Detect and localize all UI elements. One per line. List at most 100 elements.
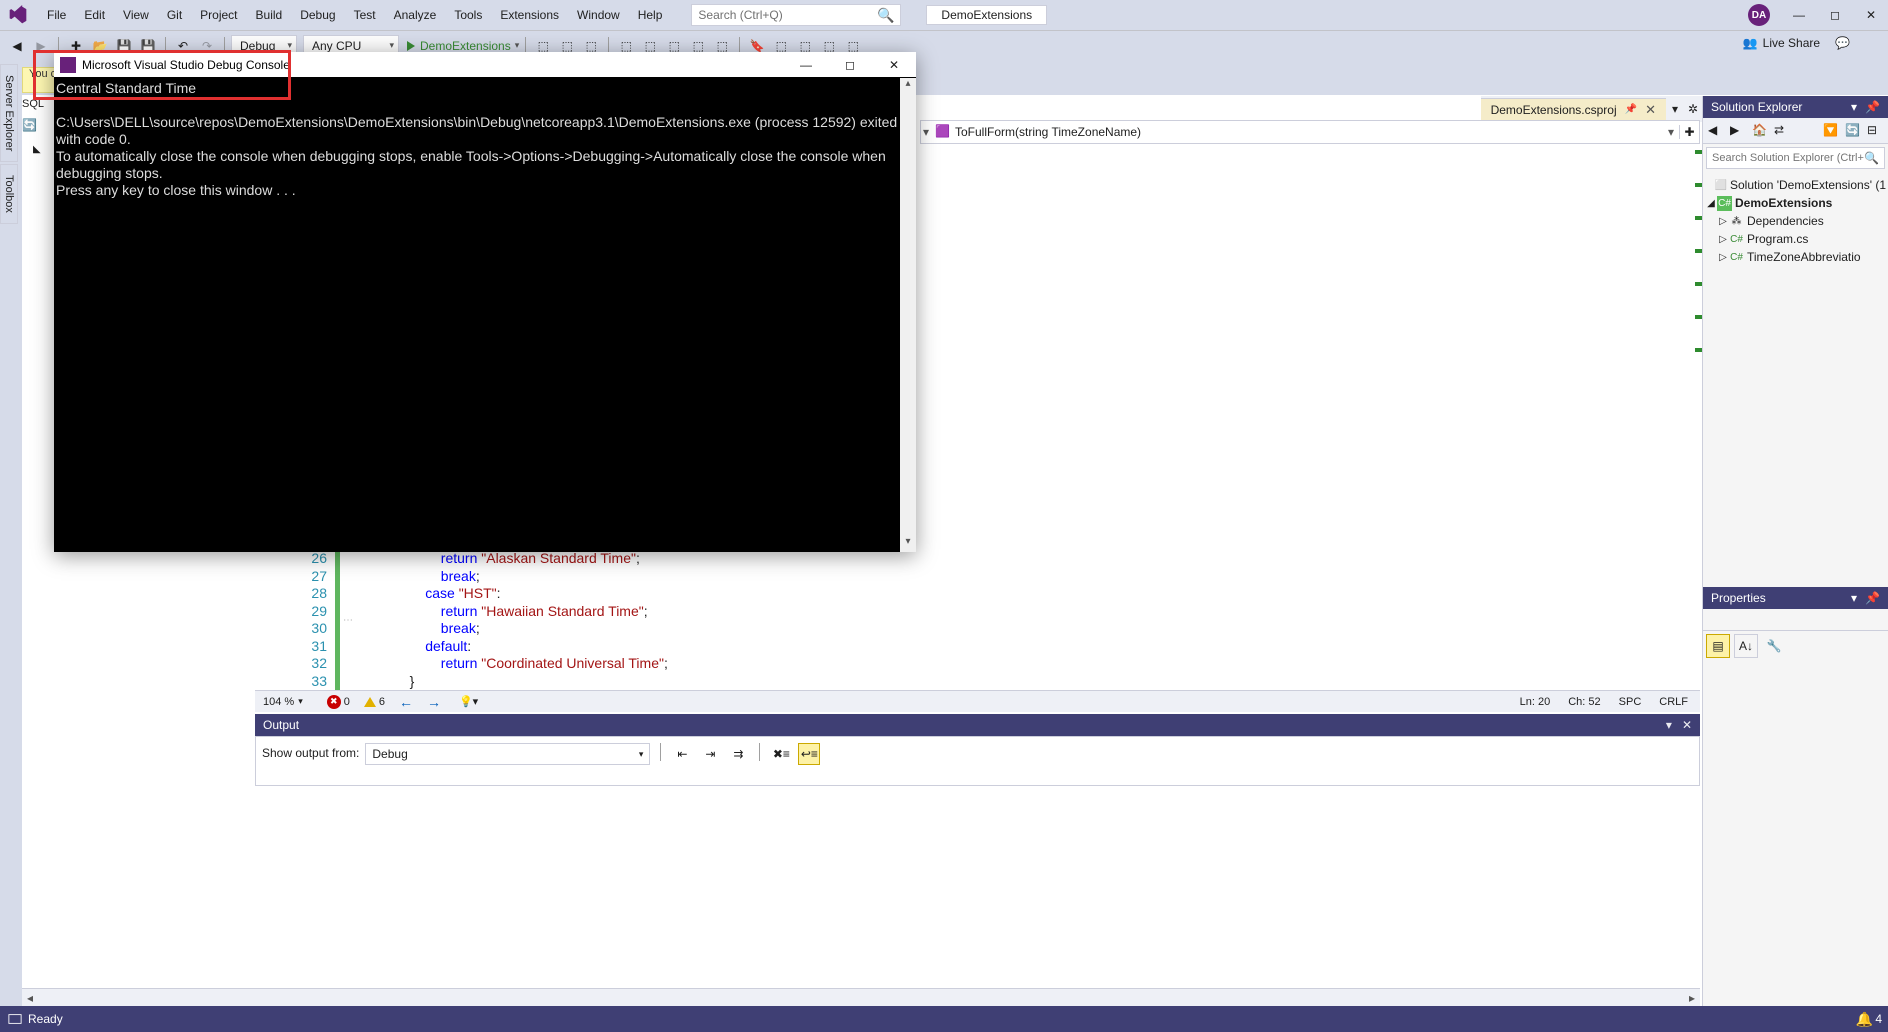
forward-icon[interactable]: ▶	[1730, 123, 1746, 139]
console-output[interactable]: Central Standard Time C:\Users\DELL\sour…	[54, 78, 916, 201]
scroll-right-icon[interactable]: ▸	[1684, 991, 1700, 1005]
dependencies-node[interactable]: ▷⁂Dependencies	[1705, 212, 1886, 230]
panel-pin-icon[interactable]: 📌	[1865, 591, 1880, 605]
pin-icon[interactable]: 📌	[1625, 104, 1637, 115]
clear-output-icon[interactable]: ✖≡	[770, 743, 792, 765]
health-icon[interactable]: 💡▾	[459, 695, 478, 708]
server-explorer-tab[interactable]: Server Explorer	[0, 64, 18, 162]
menu-view[interactable]: View	[114, 8, 158, 22]
close-icon[interactable]: ✕	[1864, 8, 1878, 22]
solution-node[interactable]: ⬜Solution 'DemoExtensions' (1	[1705, 176, 1886, 194]
menu-project[interactable]: Project	[191, 8, 246, 22]
properties-combo[interactable]	[1703, 609, 1888, 631]
live-share-button[interactable]: 👥 Live Share 💬	[1743, 36, 1850, 50]
horizontal-scrollbar[interactable]: ◂ ▸	[22, 988, 1700, 1006]
menu-window[interactable]: Window	[568, 8, 629, 22]
next-issue-icon[interactable]: →	[427, 694, 441, 710]
scroll-down-icon[interactable]: ▾	[900, 536, 916, 552]
tab-settings-icon[interactable]: ✲	[1684, 102, 1702, 116]
scroll-up-icon[interactable]: ▴	[900, 78, 916, 94]
bell-icon: 🔔	[1856, 1011, 1873, 1028]
editor-status-bar: 104 %▾ ✖0 6 ← → 💡▾ Ln: 20 Ch: 52 SPC CRL…	[255, 690, 1700, 712]
chevron-down-icon[interactable]: ▾	[1663, 125, 1679, 139]
categorized-icon[interactable]: ▤	[1706, 634, 1730, 658]
minimize-icon[interactable]: —	[784, 52, 828, 78]
scroll-left-icon[interactable]: ◂	[22, 991, 38, 1005]
maximize-icon[interactable]: ◻	[828, 52, 872, 78]
output-tool-icon[interactable]: ⇉	[727, 743, 749, 765]
live-share-feedback-icon[interactable]: 💬	[1835, 36, 1850, 50]
home-icon[interactable]: 🏠	[1752, 123, 1768, 139]
warning-icon[interactable]	[364, 697, 376, 707]
code-editor[interactable]: 2627282930313233 ⋯ return "Alaskan Stand…	[293, 550, 1700, 706]
menu-git[interactable]: Git	[158, 8, 191, 22]
file-node[interactable]: ▷C#TimeZoneAbbreviatio	[1705, 248, 1886, 266]
method-icon: 🟪	[935, 124, 951, 140]
menu-test[interactable]: Test	[345, 8, 385, 22]
filter-icon[interactable]: 🔽	[1823, 123, 1839, 139]
line-indicator[interactable]: Ln: 20	[1520, 696, 1551, 708]
output-source-combo[interactable]: Debug▾	[365, 743, 650, 765]
close-icon[interactable]: ✕	[872, 52, 916, 78]
back-icon[interactable]: ◀	[1708, 123, 1724, 139]
solution-search-input[interactable]	[1712, 152, 1864, 164]
menu-extensions[interactable]: Extensions	[491, 8, 568, 22]
properties-title[interactable]: Properties ▾📌	[1703, 587, 1888, 609]
indent-indicator[interactable]: SPC	[1619, 696, 1642, 708]
panel-dropdown-icon[interactable]: ▾	[1851, 591, 1857, 605]
output-tool-icon[interactable]: ⇥	[699, 743, 721, 765]
maximize-icon[interactable]: ◻	[1828, 8, 1842, 22]
start-debug-button[interactable]: DemoExtensions	[407, 39, 519, 53]
notifications-button[interactable]: 🔔 4	[1856, 1011, 1882, 1028]
member-nav-combo[interactable]: ▾ 🟪 ToFullForm(string TimeZoneName) ▾ ✚	[920, 120, 1700, 144]
toolbox-tab[interactable]: Toolbox	[0, 164, 18, 224]
menu-edit[interactable]: Edit	[75, 8, 114, 22]
menu-tools[interactable]: Tools	[445, 8, 491, 22]
quick-search[interactable]: 🔍	[691, 4, 901, 26]
search-input[interactable]	[698, 8, 877, 22]
prev-issue-icon[interactable]: ←	[399, 694, 413, 710]
solution-tree[interactable]: ⬜Solution 'DemoExtensions' (1 ◢C#DemoExt…	[1703, 172, 1888, 270]
menu-analyze[interactable]: Analyze	[385, 8, 446, 22]
word-wrap-icon[interactable]: ↩≡	[798, 743, 820, 765]
menu-help[interactable]: Help	[629, 8, 672, 22]
output-panel-header[interactable]: Output ▾✕	[255, 714, 1700, 736]
refresh-icon[interactable]: 🔄	[1845, 123, 1861, 139]
file-node[interactable]: ▷C#Program.cs	[1705, 230, 1886, 248]
solution-explorer-title[interactable]: Solution Explorer ▾📌	[1703, 96, 1888, 118]
switch-view-icon[interactable]: ⇄	[1774, 123, 1790, 139]
col-indicator[interactable]: Ch: 52	[1568, 696, 1600, 708]
refresh-icon[interactable]: 🔄	[22, 118, 38, 134]
menu-build[interactable]: Build	[247, 8, 292, 22]
error-count-icon[interactable]: ✖	[327, 695, 341, 709]
panel-dropdown-icon[interactable]: ▾	[1666, 718, 1672, 732]
nav-back-icon[interactable]: ◀	[6, 35, 28, 57]
document-tab[interactable]: DemoExtensions.csproj 📌 ✕	[1481, 98, 1666, 121]
console-titlebar[interactable]: Microsoft Visual Studio Debug Console — …	[54, 52, 916, 78]
panel-pin-icon[interactable]: 📌	[1865, 100, 1880, 114]
play-icon	[407, 41, 415, 51]
nav-forward-icon: ▶	[30, 35, 52, 57]
tab-overflow-icon[interactable]: ▾	[1666, 102, 1684, 116]
code-lines[interactable]: return "Alaskan Standard Time"; break; c…	[363, 550, 668, 690]
output-tool-icon[interactable]: ⇤	[671, 743, 693, 765]
user-avatar[interactable]: DA	[1748, 4, 1770, 26]
collapse-all-icon[interactable]: ⊟	[1867, 123, 1883, 139]
menu-debug[interactable]: Debug	[291, 8, 344, 22]
alphabetical-icon[interactable]: A↓	[1734, 634, 1758, 658]
wrench-icon[interactable]: 🔧	[1762, 634, 1786, 658]
solution-icon: ⬜	[1715, 178, 1727, 193]
eol-indicator[interactable]: CRLF	[1659, 696, 1688, 708]
menu-file[interactable]: File	[38, 8, 75, 22]
zoom-combo[interactable]: 104 %▾	[255, 696, 311, 708]
panel-dropdown-icon[interactable]: ▾	[1851, 100, 1857, 114]
close-tab-icon[interactable]: ✕	[1645, 102, 1656, 118]
solution-search[interactable]: 🔍	[1706, 147, 1885, 169]
panel-close-icon[interactable]: ✕	[1682, 718, 1692, 732]
split-editor-icon[interactable]: ✚	[1679, 125, 1699, 139]
console-scrollbar[interactable]: ▴ ▾	[900, 78, 916, 552]
minimize-icon[interactable]: —	[1792, 8, 1806, 22]
solution-name[interactable]: DemoExtensions	[926, 5, 1047, 25]
project-node[interactable]: ◢C#DemoExtensions	[1705, 194, 1886, 212]
collapse-marker-icon[interactable]: ⋯	[343, 612, 353, 630]
